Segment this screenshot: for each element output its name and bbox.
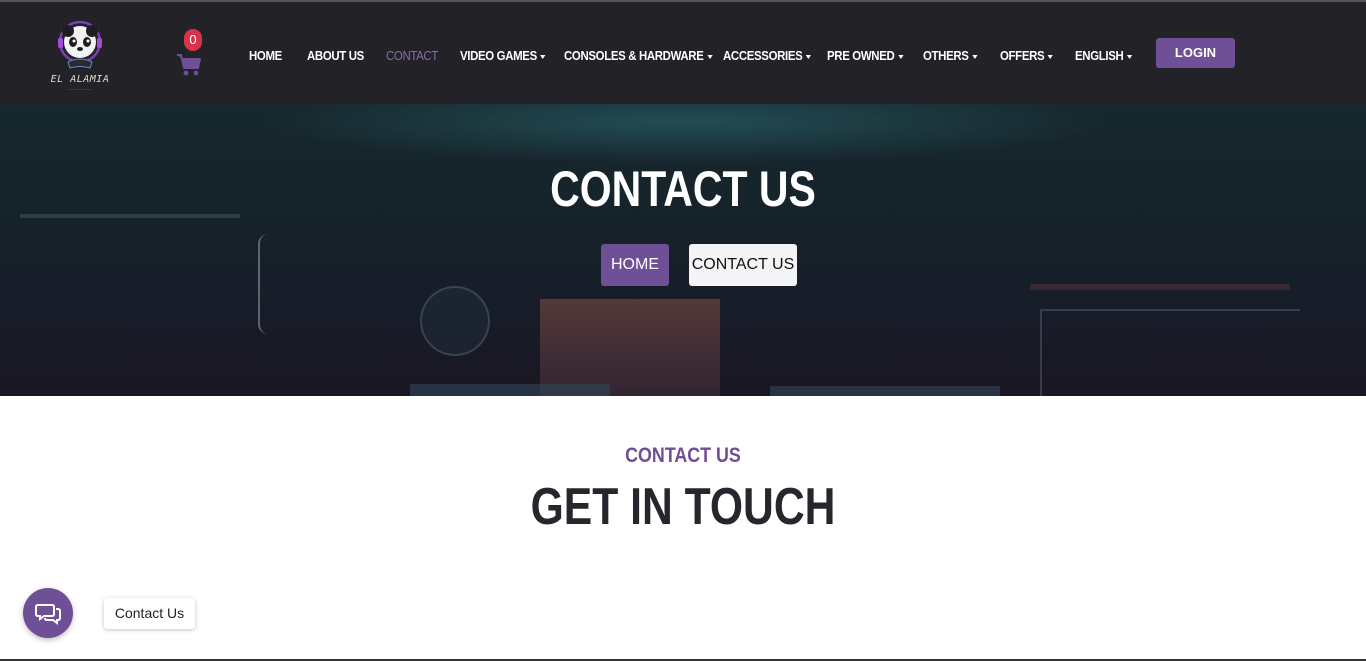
nav-item-video-games[interactable]: VIDEO GAMES xyxy=(460,46,546,66)
chat-bubbles-icon xyxy=(35,604,61,625)
nav-label: ACCESSORIES xyxy=(723,48,803,63)
nav-label: HOME xyxy=(249,48,282,63)
nav-item-others[interactable]: OTHERS xyxy=(923,46,978,66)
nav-item-offers[interactable]: OFFERS xyxy=(1000,46,1054,66)
nav-item-accessories[interactable]: ACCESSORIES xyxy=(723,46,812,66)
breadcrumb-home[interactable]: HOME xyxy=(601,244,669,286)
brand-name: EL ALAMIA xyxy=(50,74,110,85)
nav-item-consoles-hardware[interactable]: CONSOLES & HARDWARE xyxy=(564,46,713,66)
cart-count-badge: 0 xyxy=(184,29,202,51)
nav-label: CONTACT xyxy=(386,48,438,63)
section-title: GET IN TOUCH xyxy=(530,478,836,536)
chevron-down-icon xyxy=(897,54,904,59)
page-title: CONTACT US xyxy=(550,161,816,217)
chevron-down-icon xyxy=(972,54,978,59)
hero-banner xyxy=(0,104,1366,396)
cart-icon xyxy=(177,54,201,76)
nav-label: ABOUT US xyxy=(307,48,364,63)
site-logo[interactable]: EL ALAMIA ————— xyxy=(46,18,114,91)
chevron-down-icon xyxy=(540,54,546,59)
cart-button[interactable] xyxy=(176,52,202,78)
nav-label: VIDEO GAMES xyxy=(460,48,537,63)
chevron-down-icon xyxy=(805,54,812,59)
nav-item-pre-owned[interactable]: PRE OWNED xyxy=(827,46,904,66)
chat-widget-label[interactable]: Contact Us xyxy=(104,598,195,629)
hero-overlay xyxy=(0,104,1366,396)
nav-item-language[interactable]: ENGLISH xyxy=(1075,46,1133,66)
section-subtitle: CONTACT US xyxy=(625,444,741,467)
chevron-down-icon xyxy=(1126,54,1133,59)
nav-label: CONSOLES & HARDWARE xyxy=(564,48,704,63)
nav-label: OFFERS xyxy=(1000,48,1045,63)
chevron-down-icon xyxy=(1047,54,1054,59)
breadcrumb-current: CONTACT US xyxy=(689,244,797,286)
nav-label: ENGLISH xyxy=(1075,48,1124,63)
nav-label: OTHERS xyxy=(923,48,969,63)
login-button[interactable]: LOGIN xyxy=(1156,38,1235,68)
brand-tagline-mark: ————— xyxy=(67,86,93,91)
nav-item-contact[interactable]: CONTACT xyxy=(386,46,438,66)
chat-widget-button[interactable] xyxy=(23,588,73,638)
nav-label: PRE OWNED xyxy=(827,48,895,63)
nav-item-about-us[interactable]: ABOUT US xyxy=(307,46,364,66)
nav-item-home[interactable]: HOME xyxy=(249,46,282,66)
chevron-down-icon xyxy=(707,54,713,59)
site-header: EL ALAMIA ————— 0 HOME ABOUT US CONTACT … xyxy=(0,2,1366,104)
panda-gamer-logo xyxy=(58,20,102,69)
